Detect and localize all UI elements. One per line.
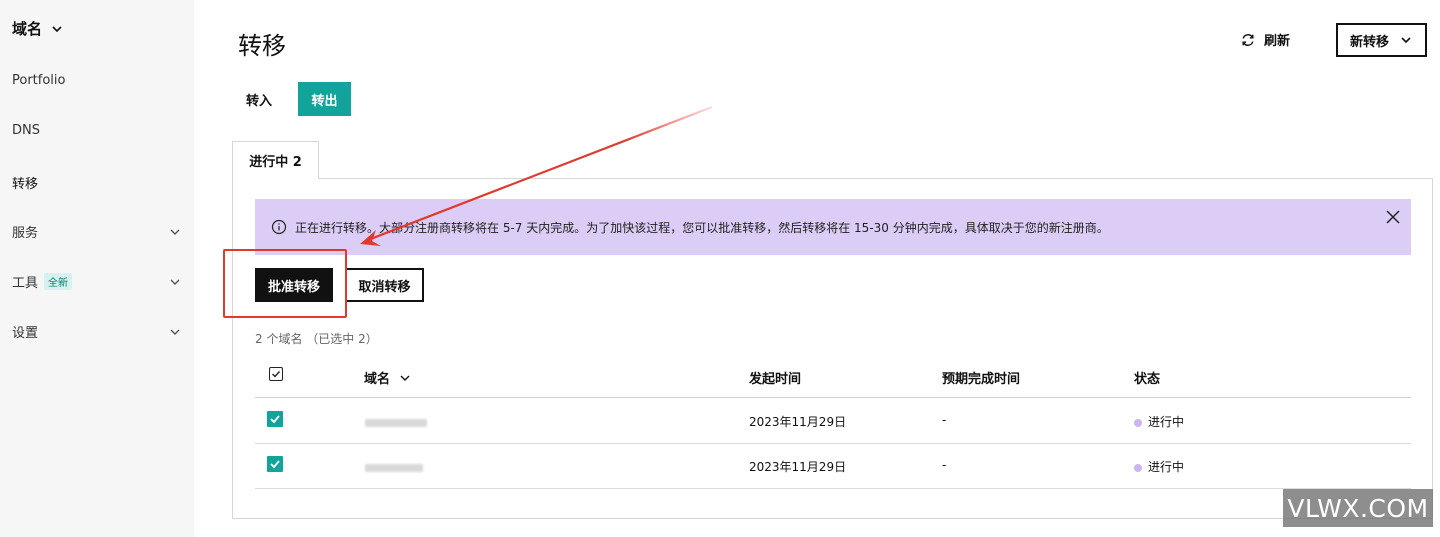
- check-icon: [270, 460, 280, 469]
- status-dot: [1134, 418, 1142, 427]
- close-alert-button[interactable]: [1384, 208, 1402, 226]
- info-icon: [271, 219, 287, 235]
- sidebar: 域名 Portfolio DNS 转移 服务 工具 全新 设置: [0, 0, 194, 537]
- transfer-out-toggle[interactable]: 转出: [298, 82, 351, 116]
- status-cell: 进行中: [1134, 458, 1184, 475]
- sidebar-item-services[interactable]: 服务: [12, 222, 182, 241]
- chevron-down-icon: [170, 229, 180, 235]
- transfer-in-toggle[interactable]: 转入: [234, 82, 284, 116]
- row-checkbox[interactable]: [267, 411, 283, 427]
- domain-name-redacted[interactable]: [365, 464, 423, 472]
- new-transfer-button[interactable]: 新转移: [1336, 23, 1427, 57]
- row-checkbox[interactable]: [267, 456, 283, 472]
- expected-date: -: [942, 458, 947, 472]
- new-badge: 全新: [44, 273, 73, 290]
- select-all-checkbox[interactable]: [269, 367, 283, 381]
- status-dot: [1134, 463, 1142, 472]
- status-label: 进行中: [1148, 460, 1185, 474]
- chevron-down-icon: [52, 25, 62, 32]
- new-transfer-label: 新转移: [1349, 34, 1389, 50]
- column-header-status: 状态: [1134, 372, 1161, 387]
- refresh-button[interactable]: 刷新: [1240, 30, 1290, 49]
- refresh-label: 刷新: [1264, 34, 1291, 49]
- info-alert: 正在进行转移。大部分注册商转移将在 5-7 天内完成。为了加快该过程，您可以批准…: [255, 199, 1411, 255]
- sidebar-item-label: 设置: [12, 326, 39, 341]
- approve-transfer-button[interactable]: 批准转移: [255, 268, 333, 302]
- column-header-expected: 预期完成时间: [942, 372, 1021, 387]
- sidebar-item-label: DNS: [12, 123, 40, 138]
- refresh-icon: [1242, 33, 1254, 46]
- expected-date: -: [942, 413, 947, 427]
- sidebar-item-label: 服务: [12, 226, 39, 241]
- status-cell: 进行中: [1134, 413, 1184, 430]
- status-label: 进行中: [1148, 415, 1185, 429]
- cancel-transfer-button[interactable]: 取消转移: [345, 268, 424, 302]
- initiated-date: 2023年11月29日: [749, 415, 847, 429]
- page-title: 转移: [238, 32, 286, 60]
- sort-chevron-icon: [400, 375, 410, 381]
- domain-name-redacted[interactable]: [365, 419, 427, 427]
- chevron-down-icon: [170, 329, 180, 335]
- sidebar-item-portfolio[interactable]: Portfolio: [12, 73, 182, 88]
- sidebar-item-dns[interactable]: DNS: [12, 123, 182, 138]
- sidebar-header-domains[interactable]: 域名: [12, 18, 64, 39]
- sidebar-item-label: Portfolio: [12, 73, 66, 88]
- chevron-down-icon: [170, 279, 180, 285]
- check-icon: [272, 371, 281, 378]
- column-header-domain[interactable]: 域名: [364, 368, 412, 387]
- sidebar-item-transfers[interactable]: 转移: [12, 173, 182, 192]
- column-header-label: 域名: [364, 372, 391, 387]
- sidebar-item-label: 工具: [12, 276, 39, 291]
- initiated-date: 2023年11月29日: [749, 460, 847, 474]
- selection-summary: 2 个域名 （已选中 2）: [255, 332, 378, 346]
- table-row: 2023年11月29日 - 进行中: [255, 444, 1411, 489]
- check-icon: [270, 415, 280, 424]
- column-header-initiated: 发起时间: [749, 372, 802, 387]
- sidebar-item-label: 转移: [12, 177, 39, 192]
- sidebar-item-settings[interactable]: 设置: [12, 322, 182, 341]
- alert-message: 正在进行转移。大部分注册商转移将在 5-7 天内完成。为了加快该过程，您可以批准…: [295, 220, 1109, 235]
- close-icon: [1386, 210, 1400, 224]
- table-row: 2023年11月29日 - 进行中: [255, 399, 1411, 444]
- sidebar-item-tools[interactable]: 工具 全新: [12, 272, 182, 291]
- watermark: VLWX.COM: [1283, 489, 1433, 527]
- table-header: 域名 发起时间 预期完成时间 状态: [255, 358, 1411, 398]
- chevron-down-icon: [1401, 37, 1411, 44]
- sidebar-header-label: 域名: [12, 20, 43, 38]
- tab-in-progress[interactable]: 进行中 2: [232, 141, 319, 179]
